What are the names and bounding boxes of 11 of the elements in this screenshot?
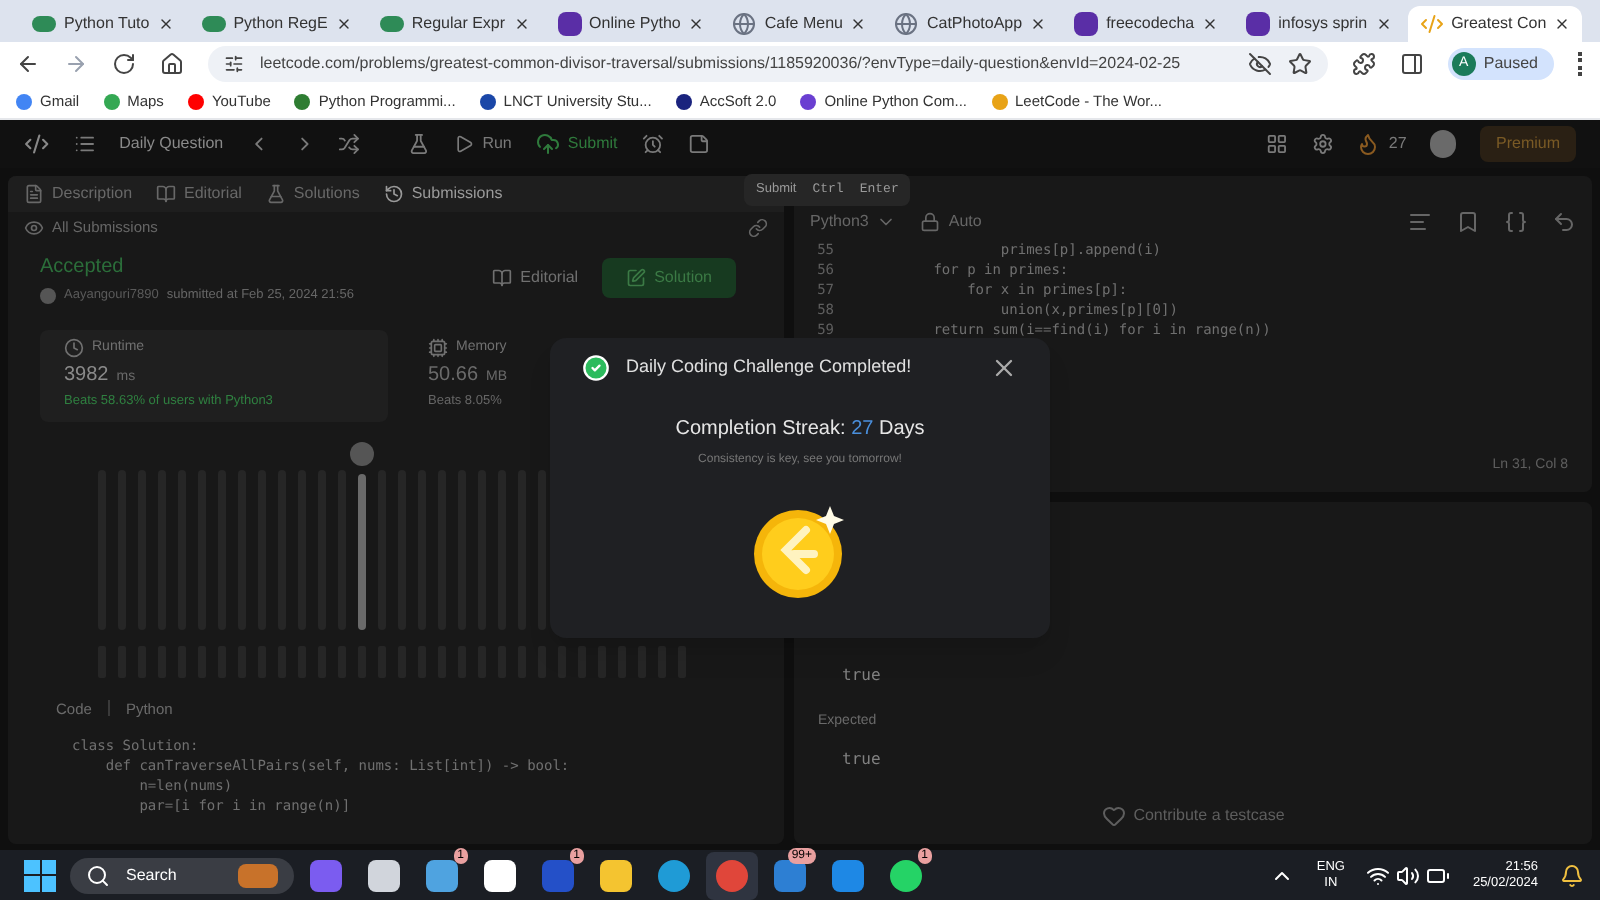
url-text: leetcode.com/problems/greatest-common-divisor-traversal/submissions/1185920036/?envType=daily-question&envId=2024-02-25 (260, 52, 1183, 76)
stat-value: 50.66 (428, 362, 479, 391)
streak-text: Completion Streak: 27 Days (675, 416, 925, 444)
stat-value: 3982 (64, 362, 109, 391)
auto-mode: Auto (920, 210, 982, 234)
expected-value: true (842, 748, 883, 772)
output-value: true (842, 663, 883, 687)
profile-status: Paused (1483, 52, 1538, 76)
modal-title: Daily Coding Challenge Completed! (626, 354, 914, 381)
streak-count: 27 (1388, 132, 1407, 156)
status-accepted: Accepted (40, 254, 126, 282)
